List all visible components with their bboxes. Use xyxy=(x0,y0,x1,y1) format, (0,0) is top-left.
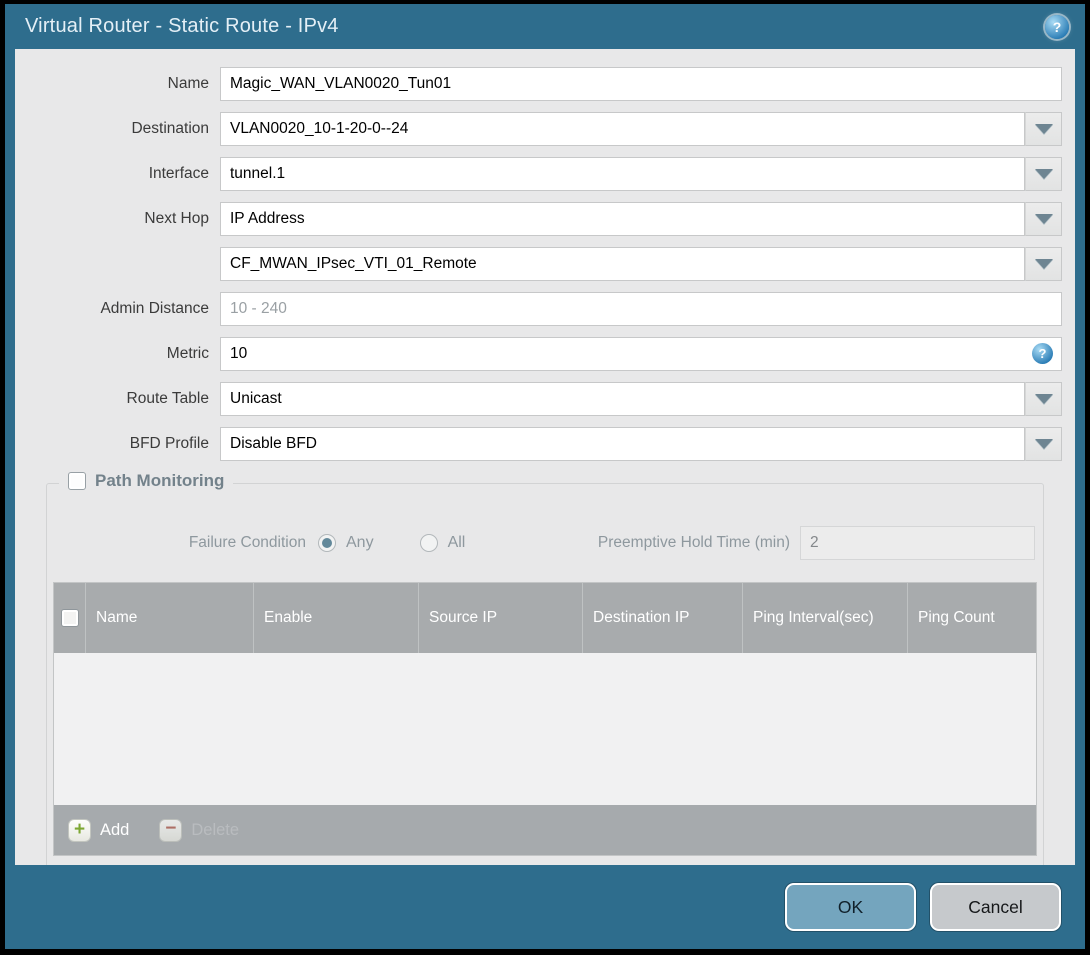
add-button-label: Add xyxy=(100,820,130,839)
table-header-checkbox-cell xyxy=(54,583,85,653)
path-monitoring-checkbox[interactable] xyxy=(68,472,86,490)
name-input[interactable] xyxy=(220,67,1062,101)
delete-button[interactable]: − Delete xyxy=(159,818,240,842)
radio-any[interactable] xyxy=(318,534,336,552)
destination-row: Destination xyxy=(28,112,1062,146)
admin-distance-input[interactable] xyxy=(220,292,1062,326)
radio-any-label: Any xyxy=(346,534,374,551)
dialog-titlebar: Virtual Router - Static Route - IPv4 ? xyxy=(5,4,1085,49)
column-header-name: Name xyxy=(85,583,253,653)
screen-frame: Virtual Router - Static Route - IPv4 ? N… xyxy=(0,0,1090,955)
table-header: Name Enable Source IP Destination IP Pin… xyxy=(54,583,1036,653)
interface-label: Interface xyxy=(148,165,209,182)
help-icon[interactable]: ? xyxy=(1045,14,1069,39)
metric-help-icon[interactable]: ? xyxy=(1032,343,1053,364)
table-toolbar: + Add − Delete xyxy=(54,805,1036,855)
ok-button[interactable]: OK xyxy=(785,883,916,931)
column-header-enable: Enable xyxy=(253,583,418,653)
table-body-empty xyxy=(54,653,1036,805)
path-monitoring-fieldset: Path Monitoring Failure Condition Any Al… xyxy=(46,471,1044,865)
radio-dot xyxy=(322,538,332,548)
dialog-title: Virtual Router - Static Route - IPv4 xyxy=(25,15,339,37)
admin-distance-row: Admin Distance xyxy=(28,292,1062,326)
chevron-down-icon xyxy=(1034,259,1053,269)
route-table-dropdown-button[interactable] xyxy=(1025,382,1062,416)
column-header-ping-count: Ping Count xyxy=(907,583,1036,653)
destination-input[interactable] xyxy=(220,112,1025,146)
add-button[interactable]: + Add xyxy=(68,818,130,842)
dialog-content: Name Destination Interface xyxy=(15,49,1075,865)
path-monitoring-controls: Failure Condition Any All Preemptive Hol… xyxy=(53,526,1037,560)
column-header-source-ip: Source IP xyxy=(418,583,582,653)
interface-input[interactable] xyxy=(220,157,1025,191)
radio-all-label: All xyxy=(447,534,466,551)
cancel-button[interactable]: Cancel xyxy=(930,883,1061,931)
path-monitoring-legend: Path Monitoring xyxy=(59,471,234,491)
column-header-ping-interval: Ping Interval(sec) xyxy=(742,583,907,653)
interface-dropdown-button[interactable] xyxy=(1025,157,1062,191)
route-table-field xyxy=(220,382,1062,416)
minus-icon: − xyxy=(159,818,183,842)
metric-field: ? xyxy=(220,337,1062,371)
failure-condition-all-option: All xyxy=(419,534,466,552)
route-table-row: Route Table xyxy=(28,382,1062,416)
admin-distance-field xyxy=(220,292,1062,326)
next-hop-address-input[interactable] xyxy=(220,247,1025,281)
path-monitoring-label: Path Monitoring xyxy=(95,471,225,490)
chevron-down-icon xyxy=(1034,169,1053,179)
path-monitoring-table: Name Enable Source IP Destination IP Pin… xyxy=(53,582,1037,856)
name-row: Name xyxy=(28,67,1062,101)
failure-condition-any-option: Any xyxy=(318,534,374,552)
interface-row: Interface xyxy=(28,157,1062,191)
admin-distance-label: Admin Distance xyxy=(100,300,209,317)
route-table-label: Route Table xyxy=(126,390,209,407)
failure-condition-label: Failure Condition xyxy=(188,534,306,551)
plus-icon: + xyxy=(68,818,91,842)
destination-dropdown-button[interactable] xyxy=(1025,112,1062,146)
bfd-profile-dropdown-button[interactable] xyxy=(1025,427,1062,461)
route-table-input[interactable] xyxy=(220,382,1025,416)
next-hop-type-input[interactable] xyxy=(220,202,1025,236)
chevron-down-icon xyxy=(1034,214,1053,224)
bfd-profile-input[interactable] xyxy=(220,427,1025,461)
next-hop-label: Next Hop xyxy=(144,210,209,227)
next-hop-address-row xyxy=(28,247,1062,281)
radio-all[interactable] xyxy=(419,534,438,552)
bfd-profile-label: BFD Profile xyxy=(129,435,209,452)
next-hop-address-field xyxy=(220,247,1062,281)
chevron-down-icon xyxy=(1034,394,1053,404)
chevron-down-icon xyxy=(1034,124,1053,134)
preemptive-hold-time-label: Preemptive Hold Time (min) xyxy=(597,534,790,551)
metric-input[interactable] xyxy=(220,337,1062,371)
static-route-dialog: Virtual Router - Static Route - IPv4 ? N… xyxy=(5,4,1085,949)
column-header-destination-ip: Destination IP xyxy=(582,583,742,653)
metric-row: Metric ? xyxy=(28,337,1062,371)
delete-button-label: Delete xyxy=(191,820,240,839)
select-all-checkbox[interactable] xyxy=(60,609,79,627)
interface-field xyxy=(220,157,1062,191)
next-hop-row: Next Hop xyxy=(28,202,1062,236)
metric-label: Metric xyxy=(166,345,209,362)
preemptive-hold-time-input[interactable] xyxy=(800,526,1035,560)
name-field xyxy=(220,67,1062,101)
chevron-down-icon xyxy=(1034,439,1053,449)
next-hop-address-dropdown-button[interactable] xyxy=(1025,247,1062,281)
name-label: Name xyxy=(167,75,209,92)
next-hop-field xyxy=(220,202,1062,236)
destination-field xyxy=(220,112,1062,146)
bfd-profile-row: BFD Profile xyxy=(28,427,1062,461)
bfd-profile-field xyxy=(220,427,1062,461)
next-hop-dropdown-button[interactable] xyxy=(1025,202,1062,236)
dialog-footer: OK Cancel xyxy=(5,865,1085,949)
destination-label: Destination xyxy=(131,120,209,137)
